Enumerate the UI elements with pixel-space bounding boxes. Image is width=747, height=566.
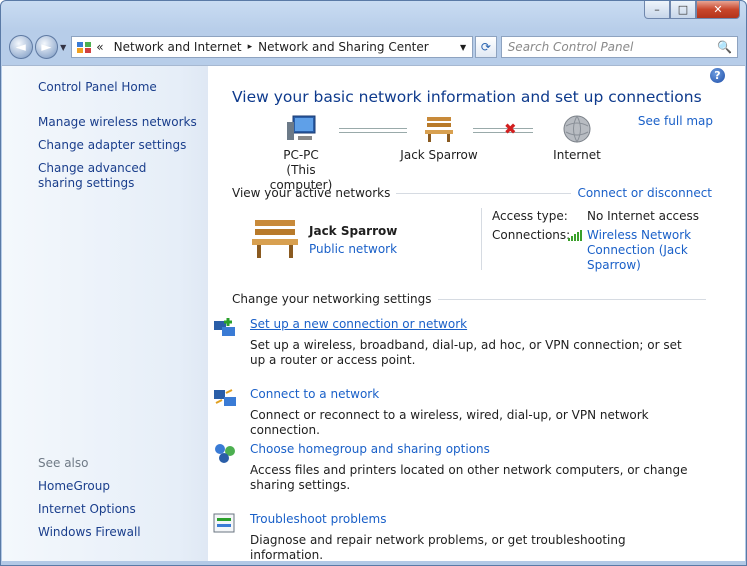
main-panel: ? View your basic network information an…: [208, 66, 745, 563]
page-title: View your basic network information and …: [232, 88, 702, 106]
active-network-name: Jack Sparrow: [309, 224, 398, 238]
control-panel-icon: [77, 42, 92, 53]
setup-connection-desc: Set up a wireless, broadband, dial-up, a…: [250, 338, 682, 367]
globe-icon: [563, 115, 591, 144]
homegroup-link[interactable]: Choose homegroup and sharing options: [250, 442, 690, 457]
refresh-button[interactable]: ⟳: [475, 36, 497, 58]
sidebar-item-manage-wireless[interactable]: Manage wireless networks: [38, 115, 208, 130]
caption-buttons: – □ ✕: [644, 1, 740, 19]
see-also-label: See also: [38, 456, 89, 470]
maximize-button[interactable]: □: [670, 1, 696, 19]
homegroup-desc: Access files and printers located on oth…: [250, 463, 688, 492]
close-button[interactable]: ✕: [696, 1, 740, 19]
connect-disconnect-link[interactable]: Connect or disconnect: [577, 186, 712, 200]
change-settings-heading: Change your networking settings: [232, 292, 712, 306]
see-also-homegroup[interactable]: HomeGroup: [38, 479, 141, 494]
internet-node-name: Internet: [553, 148, 601, 162]
search-icon[interactable]: 🔍: [717, 40, 732, 54]
breadcrumb-network-sharing-center[interactable]: Network and Sharing Center: [258, 40, 429, 54]
address-bar[interactable]: « Network and Internet ▸ Network and Sha…: [71, 36, 474, 58]
task-homegroup: Choose homegroup and sharing options Acc…: [215, 442, 690, 493]
wireless-signal-icon: [568, 230, 582, 241]
sidebar-item-control-panel-home[interactable]: Control Panel Home: [38, 80, 208, 95]
network-node-name: Jack Sparrow: [400, 148, 478, 162]
sidebar-item-advanced-sharing[interactable]: Change advanced sharing settings: [38, 161, 188, 191]
map-node-computer[interactable]: PC-PC (This computer): [256, 114, 346, 193]
active-networks-heading: View your active networks Connect or dis…: [232, 186, 712, 200]
sidebar-item-adapter-settings[interactable]: Change adapter settings: [38, 138, 208, 153]
see-also-windows-firewall[interactable]: Windows Firewall: [38, 525, 141, 540]
change-settings-title: Change your networking settings: [232, 292, 432, 306]
see-also-section: See also HomeGroup Internet Options Wind…: [38, 456, 141, 548]
address-dropdown-icon[interactable]: ▼: [460, 43, 466, 52]
wireless-connection-link[interactable]: Wireless Network Connection (Jack Sparro…: [587, 228, 697, 273]
help-icon[interactable]: ?: [710, 68, 725, 83]
navigation-bar: ◄ ► ▼ « Network and Internet ▸ Network a…: [9, 33, 738, 61]
network-bench-icon: [252, 220, 298, 258]
connections-label: Connections:: [492, 228, 571, 242]
connect-network-icon: [214, 389, 236, 406]
map-broken-line: [473, 128, 533, 133]
forward-button[interactable]: ►: [34, 35, 59, 59]
task-connect-network: Connect to a network Connect or reconnec…: [214, 387, 690, 438]
setup-connection-link[interactable]: Set up a new connection or network: [250, 317, 690, 332]
back-button[interactable]: ◄: [9, 35, 33, 59]
window: – □ ✕ ◄ ► ▼ « Network and Internet ▸ Net…: [0, 0, 747, 566]
task-troubleshoot: Troubleshoot problems Diagnose and repai…: [213, 512, 690, 563]
broken-connection-icon: ✖: [504, 120, 517, 138]
troubleshoot-desc: Diagnose and repair network problems, or…: [250, 533, 626, 562]
connect-network-link[interactable]: Connect to a network: [250, 387, 690, 402]
breadcrumb-network-and-internet[interactable]: Network and Internet: [114, 40, 242, 54]
troubleshoot-icon: [213, 513, 235, 533]
see-also-internet-options[interactable]: Internet Options: [38, 502, 141, 517]
breadcrumb-separator-icon[interactable]: ▸: [248, 42, 253, 52]
search-placeholder: Search Control Panel: [507, 40, 634, 54]
map-node-network[interactable]: Jack Sparrow: [394, 114, 484, 163]
troubleshoot-link[interactable]: Troubleshoot problems: [250, 512, 690, 527]
minimize-button[interactable]: –: [644, 1, 670, 19]
content-area: Control Panel Home Manage wireless netwo…: [2, 65, 745, 563]
access-type-label: Access type:: [492, 209, 568, 223]
task-setup-connection: Set up a new connection or network Set u…: [214, 317, 690, 368]
map-node-internet[interactable]: Internet: [532, 114, 622, 163]
recent-pages-dropdown-icon[interactable]: ▼: [60, 43, 66, 52]
sidebar: Control Panel Home Manage wireless netwo…: [2, 66, 208, 561]
see-full-map-link[interactable]: See full map: [638, 114, 713, 128]
active-networks-title: View your active networks: [232, 186, 391, 200]
access-type-value: No Internet access: [587, 209, 700, 223]
breadcrumb-prefix[interactable]: «: [96, 40, 103, 54]
connect-network-desc: Connect or reconnect to a wireless, wire…: [250, 408, 649, 437]
search-input[interactable]: Search Control Panel 🔍: [500, 36, 738, 58]
bench-icon: [425, 117, 453, 142]
new-connection-icon: [214, 318, 235, 336]
homegroup-icon: [215, 444, 235, 463]
network-type-link[interactable]: Public network: [309, 242, 397, 256]
computer-icon: [287, 115, 316, 140]
computer-name: PC-PC: [283, 148, 319, 162]
